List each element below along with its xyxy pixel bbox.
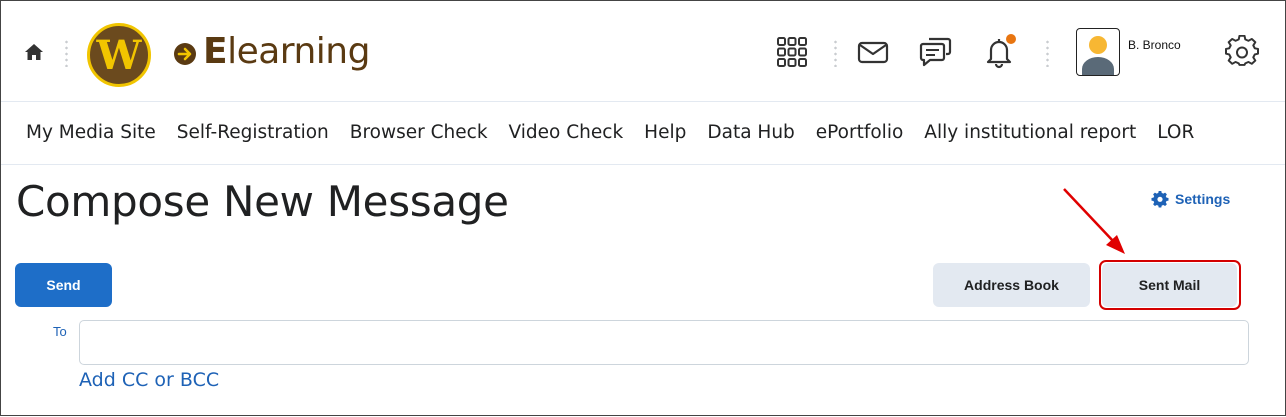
nav-item-help[interactable]: Help: [644, 122, 686, 143]
home-icon[interactable]: [23, 41, 45, 63]
app-grid-icon[interactable]: [775, 35, 809, 69]
gear-icon[interactable]: [1225, 35, 1259, 69]
nav-item-lor[interactable]: LOR: [1157, 122, 1194, 143]
settings-label: Settings: [1175, 191, 1231, 207]
add-cc-bcc-link[interactable]: Add CC or BCC: [79, 369, 219, 391]
brand-arrow-icon: [174, 43, 196, 65]
settings-gear-icon: [1151, 190, 1169, 208]
logo-letter: W: [96, 31, 142, 79]
brand-initial: E: [203, 31, 228, 72]
nav-item-my-media-site[interactable]: My Media Site: [26, 122, 156, 143]
mail-icon[interactable]: [856, 35, 890, 69]
settings-link[interactable]: Settings: [1151, 190, 1230, 208]
send-button[interactable]: Send: [15, 263, 112, 307]
page-title: Compose New Message: [16, 177, 509, 226]
university-logo[interactable]: W: [87, 23, 151, 87]
header-separator: [65, 39, 68, 67]
nav-item-self-registration[interactable]: Self-Registration: [177, 122, 329, 143]
main-navbar: My Media Site Self-Registration Browser …: [1, 102, 1285, 165]
nav-item-ally-report[interactable]: Ally institutional report: [924, 122, 1136, 143]
nav-item-video-check[interactable]: Video Check: [509, 122, 624, 143]
avatar[interactable]: [1076, 28, 1120, 76]
user-avatar-icon: [1082, 36, 1114, 75]
brand-name[interactable]: Elearning: [203, 31, 370, 72]
nav-item-eportfolio[interactable]: ePortfolio: [816, 122, 904, 143]
chat-icon[interactable]: [918, 35, 952, 69]
header-separator: [834, 39, 837, 67]
brand-rest: learning: [227, 31, 370, 72]
notification-dot: [1006, 34, 1016, 44]
annotation-highlight-box: [1099, 260, 1241, 310]
address-book-button[interactable]: Address Book: [933, 263, 1090, 307]
nav-item-browser-check[interactable]: Browser Check: [350, 122, 488, 143]
top-header: W Elearning B. Bronco: [1, 1, 1285, 102]
nav-item-data-hub[interactable]: Data Hub: [707, 122, 794, 143]
to-input[interactable]: [79, 320, 1249, 365]
header-separator: [1046, 39, 1049, 67]
app-frame: W Elearning B. Bronco My Media Site Self…: [0, 0, 1286, 416]
nav-list: My Media Site Self-Registration Browser …: [26, 122, 1215, 143]
to-label: To: [53, 324, 67, 339]
user-name[interactable]: B. Bronco: [1128, 38, 1181, 52]
